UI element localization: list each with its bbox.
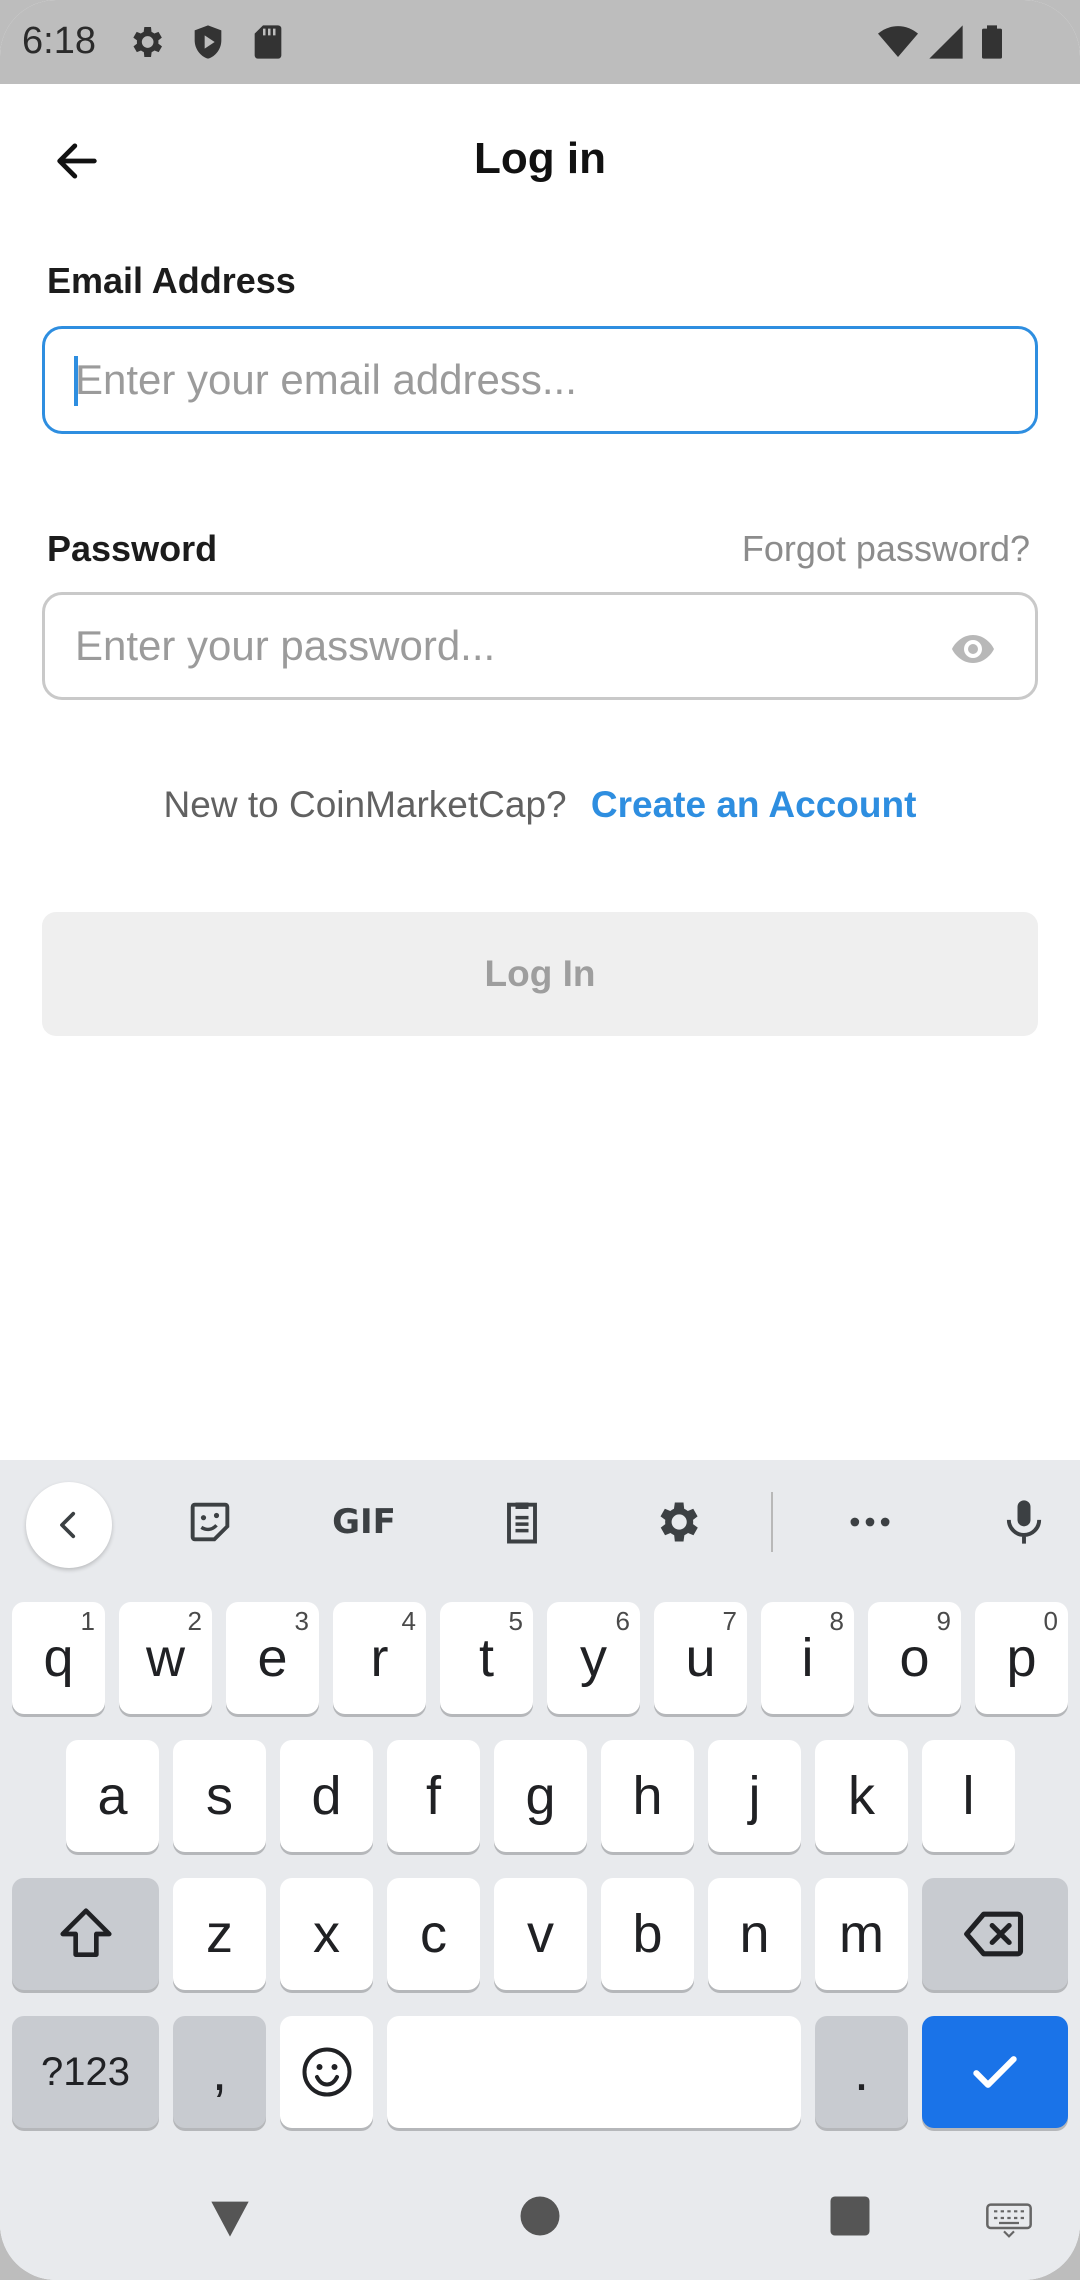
gear-icon: [660, 1502, 698, 1542]
page-title: Log in: [474, 134, 606, 183]
key-t[interactable]: t5: [440, 1602, 533, 1714]
system-navigation-bar: [0, 2168, 1080, 2280]
key-o[interactable]: o9: [868, 1602, 961, 1714]
keyboard-collapse-button[interactable]: [26, 1482, 112, 1568]
comma-key[interactable]: ,: [173, 2016, 266, 2128]
status-time: 6:18: [22, 20, 96, 62]
signup-question: New to CoinMarketCap?: [163, 784, 567, 825]
forgot-password-link[interactable]: Forgot password?: [742, 528, 1030, 570]
key-p[interactable]: p0: [975, 1602, 1068, 1714]
app-screen: 6:18 Log in Email Address Enter your ema…: [0, 0, 1080, 2280]
period-key[interactable]: .: [815, 2016, 908, 2128]
toolbar-divider: [771, 1492, 773, 1552]
shift-key[interactable]: [12, 1878, 159, 1990]
key-j[interactable]: j: [708, 1740, 801, 1852]
backspace-key[interactable]: [922, 1878, 1068, 1990]
keyboard: GIF q 1 w 2 e 3 r 4 t 5 y 6 u 7 i 8 o 9 …: [0, 1460, 1080, 2280]
shield-play-status-icon: [194, 25, 222, 59]
key-a[interactable]: a: [66, 1740, 159, 1852]
email-input[interactable]: [75, 329, 1005, 431]
shift-arrow-icon: [59, 1908, 112, 1957]
nav-recents-icon[interactable]: [824, 2190, 876, 2242]
text-cursor: [74, 356, 78, 406]
key-f[interactable]: f: [387, 1740, 480, 1852]
backspace-icon: [964, 1911, 1024, 1957]
key-z[interactable]: z: [173, 1878, 266, 1990]
key-b[interactable]: b: [601, 1878, 694, 1990]
key-u[interactable]: u7: [654, 1602, 747, 1714]
email-field[interactable]: [42, 326, 1038, 434]
key-l[interactable]: l: [922, 1740, 1015, 1852]
enter-key[interactable]: [922, 2016, 1068, 2128]
settings-status-icon: [133, 27, 162, 57]
battery-status-icon: [982, 25, 1002, 59]
keyboard-switch-icon[interactable]: [984, 2198, 1034, 2238]
key-x[interactable]: x: [280, 1878, 373, 1990]
signal-status-icon: [929, 25, 963, 59]
key-q[interactable]: q1: [12, 1602, 105, 1714]
keyboard-toolbar: GIF: [0, 1460, 1080, 1586]
key-i[interactable]: i8: [761, 1602, 854, 1714]
key-c[interactable]: c: [387, 1878, 480, 1990]
more-options-button[interactable]: [836, 1488, 904, 1556]
signup-row: New to CoinMarketCap? Create an Account: [0, 784, 1080, 826]
voice-input-button[interactable]: [990, 1488, 1058, 1556]
status-bar: 6:18: [0, 0, 1080, 84]
space-key[interactable]: [387, 2016, 801, 2128]
key-d[interactable]: d: [280, 1740, 373, 1852]
sd-card-status-icon: [254, 25, 282, 59]
nav-home-icon[interactable]: [514, 2190, 566, 2242]
login-button[interactable]: Log In: [42, 912, 1038, 1036]
eye-icon[interactable]: [949, 625, 997, 673]
microphone-icon: [1006, 1500, 1042, 1544]
password-label: Password: [47, 528, 218, 569]
password-field[interactable]: [42, 592, 1038, 700]
key-v[interactable]: v: [494, 1878, 587, 1990]
emoji-icon: [302, 2047, 351, 2097]
create-account-link[interactable]: Create an Account: [591, 784, 917, 825]
wifi-status-icon: [878, 26, 918, 57]
chevron-left-icon: [60, 1511, 76, 1539]
key-h[interactable]: h: [601, 1740, 694, 1852]
key-k[interactable]: k: [815, 1740, 908, 1852]
key-m[interactable]: m: [815, 1878, 908, 1990]
key-n[interactable]: n: [708, 1878, 801, 1990]
check-icon: [973, 2056, 1017, 2088]
more-horizontal-icon: [850, 1517, 890, 1527]
sticker-icon: [190, 1502, 230, 1542]
sticker-button[interactable]: [176, 1488, 244, 1556]
key-s[interactable]: s: [173, 1740, 266, 1852]
clipboard-icon: [507, 1502, 537, 1544]
emoji-key[interactable]: [280, 2016, 373, 2128]
gif-button[interactable]: GIF: [328, 1488, 400, 1556]
key-g[interactable]: g: [494, 1740, 587, 1852]
key-w[interactable]: w2: [119, 1602, 212, 1714]
clipboard-button[interactable]: [488, 1488, 556, 1556]
key-e[interactable]: e3: [226, 1602, 319, 1714]
keyboard-settings-button[interactable]: [643, 1488, 711, 1556]
header: Log in: [0, 84, 1080, 236]
nav-back-icon[interactable]: [202, 2190, 258, 2246]
password-input[interactable]: [75, 595, 935, 697]
symbols-key[interactable]: ?123: [12, 2016, 159, 2128]
email-label: Email Address: [47, 260, 296, 301]
key-y[interactable]: y6: [547, 1602, 640, 1714]
key-r[interactable]: r4: [333, 1602, 426, 1714]
